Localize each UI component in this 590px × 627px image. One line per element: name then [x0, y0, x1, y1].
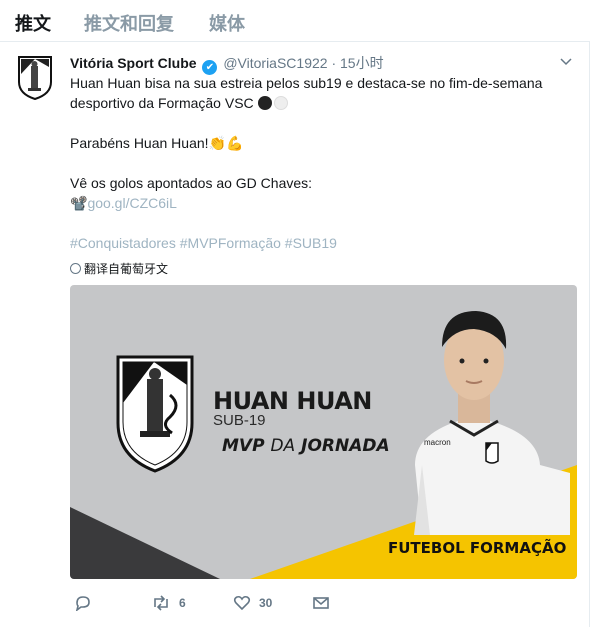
tweet-header: Vitória Sport Clube ✔ @VitoriaSC1922 · 1… — [70, 53, 384, 75]
tweet-link[interactable]: goo.gl/CZC6iL — [87, 195, 177, 211]
tweet-time[interactable]: 15小时 — [340, 55, 384, 71]
reply-icon — [75, 596, 90, 611]
media-graphic: macron — [70, 311, 577, 579]
tweet-text: desportivo da Formação VSC — [70, 95, 254, 111]
player-category: SUB-19 — [213, 412, 266, 429]
translate-link[interactable]: 翻译自葡萄牙文 — [70, 260, 168, 277]
tweet-text-line: desportivo da Formação VSC — [70, 93, 288, 113]
author-handle[interactable]: @VitoriaSC1922 — [223, 55, 327, 71]
tweet-media-image[interactable]: macron HUAN HUAN SUB-19 MVP DA JORNADA F… — [70, 285, 577, 579]
tweet-text: Huan Huan bisa na sua estreia pelos sub1… — [70, 75, 543, 91]
hashtags: #Conquistadores #MVPFormação #SUB19 — [70, 233, 337, 253]
translate-label: 翻译自葡萄牙文 — [84, 262, 169, 276]
like-button[interactable]: 30 — [233, 595, 272, 611]
profile-tabs: 推文 推文和回复 媒体 — [0, 0, 590, 42]
mvp-label: MVP — [222, 436, 265, 456]
chevron-down-icon[interactable] — [559, 55, 573, 69]
avatar[interactable] — [16, 54, 54, 100]
separator: · — [331, 55, 337, 71]
jornada-label: JORNADA — [301, 436, 390, 456]
player-photo: macron — [414, 311, 570, 535]
retweet-button[interactable]: 6 — [151, 595, 186, 611]
hashtag[interactable]: #SUB19 — [285, 235, 337, 251]
retweet-count: 6 — [179, 596, 186, 610]
hashtag[interactable]: #Conquistadores — [70, 235, 176, 251]
direct-message-button[interactable] — [312, 595, 330, 611]
like-count: 30 — [259, 596, 273, 610]
black-circle-icon — [257, 96, 272, 110]
da-label: DA — [270, 436, 296, 456]
player-name: HUAN HUAN — [213, 387, 372, 415]
author-name[interactable]: Vitória Sport Clube — [70, 55, 197, 71]
club-crest-icon — [116, 355, 194, 473]
tab-tweets-and-replies[interactable]: 推文和回复 — [84, 10, 174, 36]
white-circle-icon — [273, 96, 288, 110]
tweet-text-line: Vê os golos apontados ao GD Chaves: — [70, 173, 312, 193]
film-projector-icon: 📽️ — [70, 195, 88, 211]
heart-icon — [233, 595, 251, 611]
dark-corner-shape — [70, 507, 220, 579]
tweet-text: Parabéns Huan Huan!👏💪 — [70, 135, 244, 151]
tweet-text: Vê os golos apontados ao GD Chaves: — [70, 175, 313, 191]
hashtag[interactable]: #MVPFormação — [180, 235, 281, 251]
tweet-text-line: Huan Huan bisa na sua estreia pelos sub1… — [70, 73, 542, 93]
globe-icon — [70, 263, 81, 274]
retweet-icon — [154, 595, 168, 611]
tweet-text-line: Parabéns Huan Huan!👏💪 — [70, 133, 243, 153]
reply-button[interactable] — [74, 595, 100, 611]
envelope-icon — [313, 597, 329, 609]
tweet-actions: 6 30 — [70, 595, 370, 615]
jersey-brand-text: macron — [424, 438, 451, 447]
banner-text: FUTEBOL FORMAÇÃO — [388, 539, 567, 557]
mvp-title: MVP DA JORNADA — [222, 436, 390, 456]
tweet-link-line: 📽️goo.gl/CZC6iL — [70, 193, 177, 213]
tab-tweets[interactable]: 推文 — [15, 10, 51, 36]
tab-media[interactable]: 媒体 — [209, 10, 245, 36]
tweet[interactable]: Vitória Sport Clube ✔ @VitoriaSC1922 · 1… — [0, 42, 590, 627]
